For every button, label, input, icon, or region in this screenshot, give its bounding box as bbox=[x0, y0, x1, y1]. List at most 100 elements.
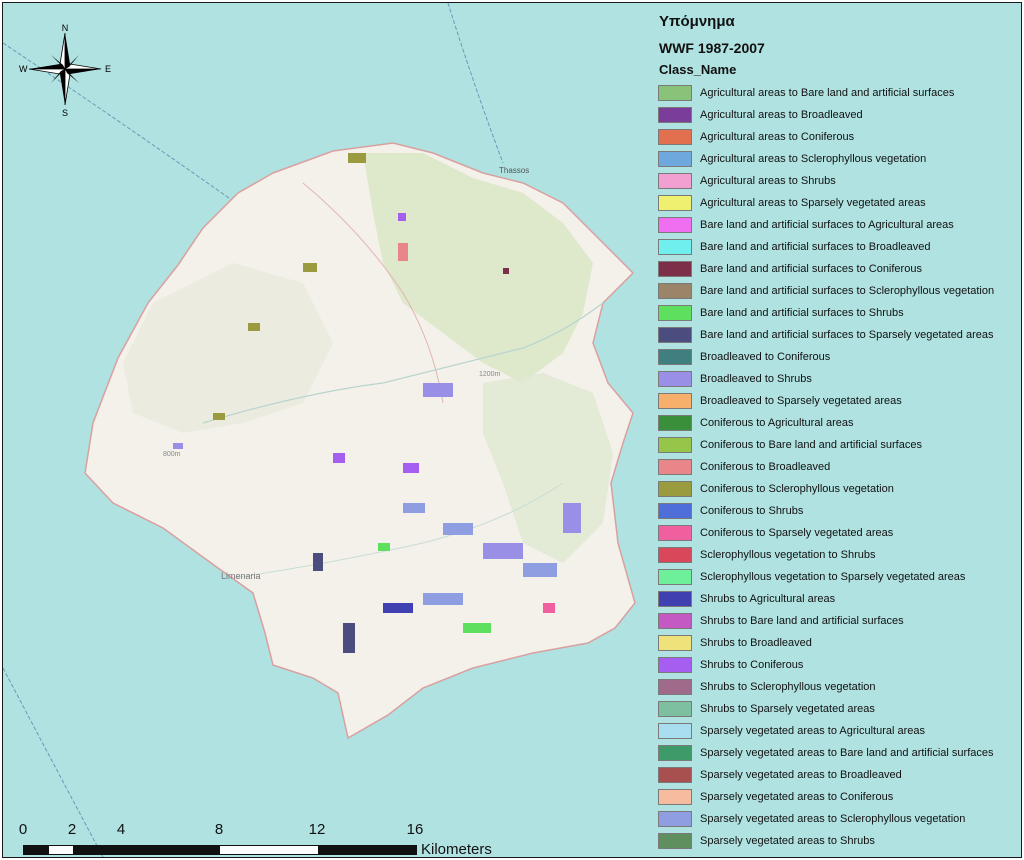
legend-swatch bbox=[658, 195, 692, 211]
legend-label: Agricultural areas to Sclerophyllous veg… bbox=[700, 153, 927, 165]
legend-item: Bare land and artificial surfaces to Scl… bbox=[655, 280, 1021, 302]
legend-item: Agricultural areas to Coniferous bbox=[655, 126, 1021, 148]
legend-swatch bbox=[658, 261, 692, 277]
legend-label: Coniferous to Shrubs bbox=[700, 505, 804, 517]
scale-tick-label: 0 bbox=[18, 821, 28, 838]
scale-bar-graphic bbox=[23, 845, 417, 855]
legend-label: Broadleaved to Coniferous bbox=[700, 351, 831, 363]
compass-label-north: N bbox=[62, 23, 69, 33]
legend-field-name: Class_Name bbox=[659, 62, 737, 77]
legend-swatch bbox=[658, 591, 692, 607]
legend-item: Shrubs to Sclerophyllous vegetation bbox=[655, 676, 1021, 698]
legend-label: Shrubs to Coniferous bbox=[700, 659, 804, 671]
legend-title: Υπόμνημα bbox=[659, 13, 735, 30]
ferry-route-line bbox=[447, 3, 504, 164]
legend-item: Sparsely vegetated areas to Coniferous bbox=[655, 786, 1021, 808]
legend-label: Sparsely vegetated areas to Agricultural… bbox=[700, 725, 926, 737]
place-label-thassos: Thassos bbox=[499, 166, 529, 175]
legend-item: Bare land and artificial surfaces to Shr… bbox=[655, 302, 1021, 324]
legend-item: Shrubs to Broadleaved bbox=[655, 632, 1021, 654]
legend-swatch bbox=[658, 503, 692, 519]
legend-swatch bbox=[658, 107, 692, 123]
legend-item: Bare land and artificial surfaces to Bro… bbox=[655, 236, 1021, 258]
legend-label: Shrubs to Sparsely vegetated areas bbox=[700, 703, 875, 715]
legend-item: Coniferous to Sclerophyllous vegetation bbox=[655, 478, 1021, 500]
legend-label: Bare land and artificial surfaces to Shr… bbox=[700, 307, 904, 319]
legend-swatch bbox=[658, 327, 692, 343]
legend-swatch bbox=[658, 85, 692, 101]
scale-tick-label: 16 bbox=[406, 821, 424, 838]
legend-item: Sparsely vegetated areas to Broadleaved bbox=[655, 764, 1021, 786]
legend-swatch bbox=[658, 217, 692, 233]
legend-swatch bbox=[658, 393, 692, 409]
legend-swatch bbox=[658, 459, 692, 475]
legend-label: Bare land and artificial surfaces to Spa… bbox=[700, 329, 994, 341]
legend-label: Coniferous to Sparsely vegetated areas bbox=[700, 527, 894, 539]
legend-item: Sparsely vegetated areas to Sclerophyllo… bbox=[655, 808, 1021, 830]
legend-swatch bbox=[658, 525, 692, 541]
legend-label: Shrubs to Agricultural areas bbox=[700, 593, 836, 605]
scale-tick-label: 4 bbox=[116, 821, 126, 838]
legend-item: Sparsely vegetated areas to Shrubs bbox=[655, 830, 1021, 852]
legend-label: Sclerophyllous vegetation to Sparsely ve… bbox=[700, 571, 966, 583]
scale-tick-label: 12 bbox=[308, 821, 326, 838]
legend-list: Agricultural areas to Bare land and arti… bbox=[655, 82, 1021, 852]
legend-label: Shrubs to Bare land and artificial surfa… bbox=[700, 615, 904, 627]
legend-label: Broadleaved to Shrubs bbox=[700, 373, 812, 385]
legend-item: Agricultural areas to Shrubs bbox=[655, 170, 1021, 192]
legend-label: Agricultural areas to Shrubs bbox=[700, 175, 836, 187]
compass-label-west: W bbox=[19, 64, 28, 74]
map-frame: Thassos Limenaria 1200m 800m N S E W Υπό… bbox=[2, 2, 1022, 858]
legend-item: Coniferous to Agricultural areas bbox=[655, 412, 1021, 434]
legend-label: Shrubs to Sclerophyllous vegetation bbox=[700, 681, 876, 693]
legend-label: Broadleaved to Sparsely vegetated areas bbox=[700, 395, 902, 407]
legend-swatch bbox=[658, 415, 692, 431]
legend-label: Sclerophyllous vegetation to Shrubs bbox=[700, 549, 876, 561]
legend-item: Broadleaved to Coniferous bbox=[655, 346, 1021, 368]
legend-swatch bbox=[658, 371, 692, 387]
legend-swatch bbox=[658, 283, 692, 299]
legend-label: Sparsely vegetated areas to Sclerophyllo… bbox=[700, 813, 966, 825]
legend-label: Sparsely vegetated areas to Bare land an… bbox=[700, 747, 994, 759]
legend-item: Coniferous to Bare land and artificial s… bbox=[655, 434, 1021, 456]
scale-tick-label: 2 bbox=[67, 821, 77, 838]
legend-item: Bare land and artificial surfaces to Agr… bbox=[655, 214, 1021, 236]
legend-item: Coniferous to Shrubs bbox=[655, 500, 1021, 522]
legend-swatch bbox=[658, 349, 692, 365]
legend-item: Coniferous to Broadleaved bbox=[655, 456, 1021, 478]
legend-label: Sparsely vegetated areas to Shrubs bbox=[700, 835, 875, 847]
scale-tick-label: 8 bbox=[214, 821, 224, 838]
legend-swatch bbox=[658, 547, 692, 563]
legend-label: Agricultural areas to Sparsely vegetated… bbox=[700, 197, 926, 209]
legend-item: Sclerophyllous vegetation to Sparsely ve… bbox=[655, 566, 1021, 588]
legend-item: Sclerophyllous vegetation to Shrubs bbox=[655, 544, 1021, 566]
compass-label-east: E bbox=[105, 64, 111, 74]
legend-item: Agricultural areas to Bare land and arti… bbox=[655, 82, 1021, 104]
place-label-elevation: 1200m bbox=[479, 371, 501, 378]
legend-swatch bbox=[658, 635, 692, 651]
legend-label: Agricultural areas to Coniferous bbox=[700, 131, 855, 143]
legend-item: Broadleaved to Sparsely vegetated areas bbox=[655, 390, 1021, 412]
legend-label: Bare land and artificial surfaces to Scl… bbox=[700, 285, 995, 297]
compass-label-south: S bbox=[62, 108, 68, 118]
place-label-elevation: 800m bbox=[163, 451, 181, 458]
legend-swatch bbox=[658, 305, 692, 321]
legend-item: Shrubs to Sparsely vegetated areas bbox=[655, 698, 1021, 720]
legend-swatch bbox=[658, 481, 692, 497]
legend-swatch bbox=[658, 239, 692, 255]
legend-label: Bare land and artificial surfaces to Bro… bbox=[700, 241, 931, 253]
legend-item: Broadleaved to Shrubs bbox=[655, 368, 1021, 390]
legend-swatch bbox=[658, 613, 692, 629]
legend-item: Shrubs to Bare land and artificial surfa… bbox=[655, 610, 1021, 632]
legend-label: Bare land and artificial surfaces to Agr… bbox=[700, 219, 954, 231]
legend-swatch bbox=[658, 173, 692, 189]
legend-label: Coniferous to Sclerophyllous vegetation bbox=[700, 483, 894, 495]
legend-item: Coniferous to Sparsely vegetated areas bbox=[655, 522, 1021, 544]
legend-label: Coniferous to Broadleaved bbox=[700, 461, 831, 473]
legend-swatch bbox=[658, 701, 692, 717]
legend-swatch bbox=[658, 129, 692, 145]
legend-swatch bbox=[658, 789, 692, 805]
legend-swatch bbox=[658, 833, 692, 849]
legend-label: Coniferous to Agricultural areas bbox=[700, 417, 854, 429]
legend-swatch bbox=[658, 657, 692, 673]
